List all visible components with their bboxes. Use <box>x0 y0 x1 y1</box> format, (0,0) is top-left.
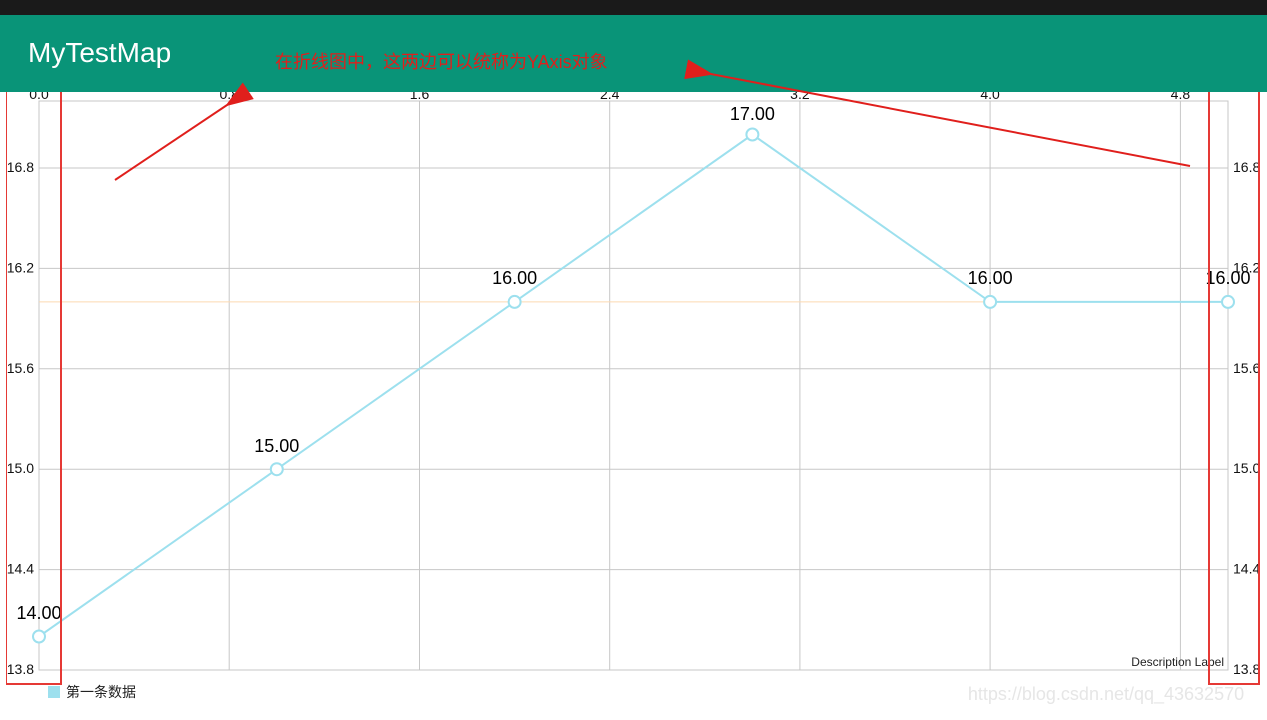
plot-border <box>39 101 1228 670</box>
data-point <box>1222 296 1234 308</box>
data-point <box>271 463 283 475</box>
value-label: 14.00 <box>16 603 61 623</box>
data-point <box>509 296 521 308</box>
x-tick: 0.0 <box>29 92 49 102</box>
data-point <box>33 631 45 643</box>
description-label: Description Label <box>1131 655 1224 669</box>
y-tick-right: 16.8 <box>1233 159 1260 175</box>
y-tick-left: 15.6 <box>7 360 34 376</box>
value-label: 16.00 <box>968 268 1013 288</box>
value-label: 15.00 <box>254 436 299 456</box>
data-point <box>746 129 758 141</box>
y-tick-right: 16.2 <box>1233 259 1260 275</box>
yaxis-left-highlight <box>6 92 61 684</box>
legend-label: 第一条数据 <box>66 684 136 700</box>
y-tick-right: 13.8 <box>1233 661 1260 677</box>
y-tick-left: 14.4 <box>7 561 34 577</box>
y-tick-left: 16.8 <box>7 159 34 175</box>
annotation-callout: 在折线图中，这两边可以统称为YAxis对象 <box>275 48 608 74</box>
watermark: https://blog.csdn.net/qq_43632570 <box>968 684 1244 705</box>
status-bar <box>0 0 1267 15</box>
app-bar: MyTestMap <box>0 15 1267 92</box>
chart-container: 14.00 15.00 16.00 17.00 16.00 16.00 0.0 … <box>6 92 1260 705</box>
x-tick: 2.4 <box>600 92 620 102</box>
y-tick-left: 13.8 <box>7 661 34 677</box>
y-tick-left: 16.2 <box>7 259 34 275</box>
app-title: MyTestMap <box>28 37 171 69</box>
chart-svg: 14.00 15.00 16.00 17.00 16.00 16.00 0.0 … <box>6 92 1260 718</box>
x-tick: 1.6 <box>410 92 430 102</box>
x-tick: 4.8 <box>1171 92 1191 102</box>
data-line <box>39 135 1228 637</box>
value-label: 17.00 <box>730 104 775 124</box>
data-point <box>984 296 996 308</box>
value-label: 16.00 <box>492 268 537 288</box>
x-tick: 4.0 <box>980 92 1000 102</box>
y-tick-left: 15.0 <box>7 460 34 476</box>
x-tick: 0.8 <box>219 92 239 102</box>
x-tick: 3.2 <box>790 92 810 102</box>
y-tick-right: 15.0 <box>1233 460 1260 476</box>
y-tick-right: 15.6 <box>1233 360 1260 376</box>
y-tick-right: 14.4 <box>1233 561 1260 577</box>
yaxis-right-highlight <box>1209 92 1259 684</box>
legend-swatch <box>48 686 60 698</box>
